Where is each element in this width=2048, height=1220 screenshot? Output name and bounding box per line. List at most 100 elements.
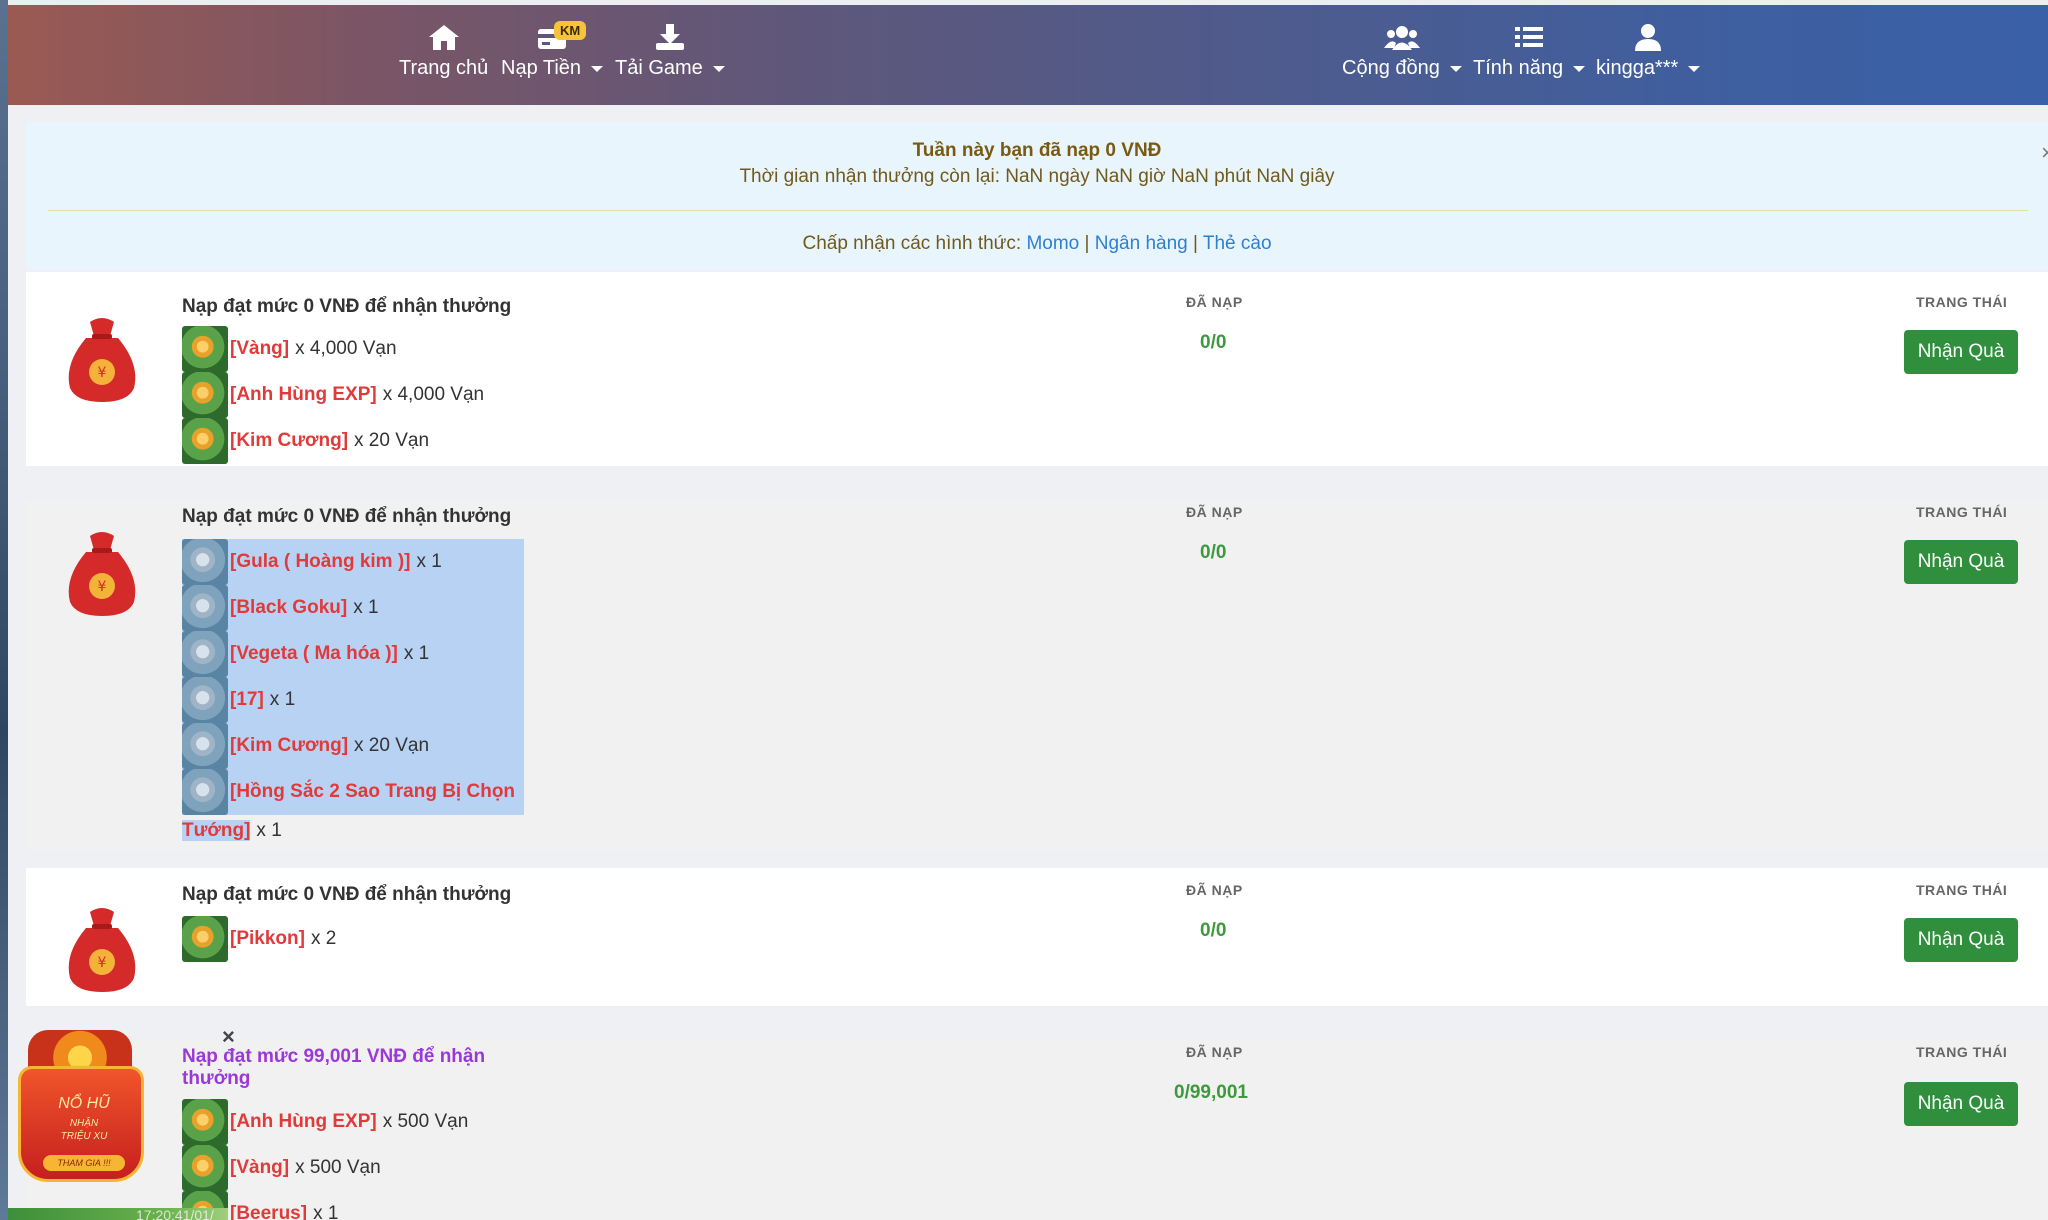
reward-item: [Black Goku] x 1 [182,585,524,631]
item-qty: x 1 [256,820,282,841]
nav-community[interactable]: Cộng đồng [1342,23,1462,80]
nav-features[interactable]: Tính năng [1473,23,1586,80]
item-image [182,631,228,677]
item-image [182,1099,228,1145]
red-bag-icon: ¥ [68,318,136,402]
promo-line1: NỔ HŨ [58,1095,110,1112]
item-image [182,418,228,464]
item-name: Tướng] [182,820,251,841]
nav-user[interactable]: kingga*** [1596,23,1701,80]
claim-reward-button[interactable]: Nhận Quà [1904,918,2018,962]
download-icon [655,24,684,50]
item-image [182,585,228,631]
nav-deposit[interactable]: KM Nạp Tiền [501,21,604,80]
reward-card: ¥ Nạp đạt mức 0 VNĐ để nhận thưởng [Vàng… [26,272,2048,466]
chevron-down-icon [712,65,725,72]
promo-join-button[interactable]: THAM GIA !!! [43,1155,125,1171]
item-name: [Pikkon] [230,928,305,949]
nav-community-label: Cộng đồng [1342,57,1440,79]
payment-momo-link[interactable]: Momo [1026,233,1079,254]
user-icon [1635,24,1662,51]
payment-sep: | [1084,233,1090,254]
nav-home-label: Trang chủ [399,57,489,79]
svg-text:¥: ¥ [98,365,107,381]
item-image [182,326,228,372]
reward-item: [Vàng] x 500 Vạn [182,1145,468,1191]
item-name: [Vàng] [230,338,290,359]
chevron-down-icon [1688,65,1701,72]
reward-title: Nạp đạt mức 0 VNĐ để nhận thưởng [182,506,512,527]
bottom-timestamp: 17:20:41/01/ [136,1207,214,1220]
reward-title: Nạp đạt mức 0 VNĐ để nhận thưởng [182,296,512,317]
item-qty: x 1 [403,643,430,664]
claim-reward-button[interactable]: Nhận Quà [1904,330,2018,374]
weekly-deposit-banner: Tuần này bạn đã nạp 0 VNĐ Thời gian nhận… [26,122,2048,270]
item-qty: x 2 [310,928,337,949]
banner-countdown: Thời gian nhận thưởng còn lại: NaN ngày … [739,166,1335,187]
nav-features-label: Tính năng [1473,57,1564,79]
item-qty: x 1 [269,689,296,710]
item-name: [Black Goku] [230,597,348,618]
item-qty: x 1 [353,597,379,618]
item-qty: x 20 Vạn [354,735,430,756]
deposited-value: 0/99,001 [1174,1082,1248,1103]
reward-card: ¥ Nạp đạt mức 0 VNĐ để nhận thưởng [Pikk… [26,868,2048,1006]
reward-item: [Kim Cương] x 20 Vạn [182,418,484,464]
item-image [182,916,228,962]
deposited-header: ĐÃ NẠP [1186,294,1243,310]
deposited-value: 0/0 [1200,920,1227,941]
item-name: [Kim Cương] [230,430,349,451]
reward-card: ¥ Nạp đạt mức 0 VNĐ để nhận thưởng [Gula… [26,500,2048,850]
deposited-header: ĐÃ NẠP [1186,1044,1243,1060]
nav-home[interactable]: Trang chủ [399,23,488,80]
item-name: [Gula ( Hoàng kim )] [230,551,411,572]
status-header: TRANG THÁI [1916,294,2008,310]
reward-item: [17] x 1 [182,677,524,723]
payment-bank-link[interactable]: Ngân hàng [1095,233,1188,254]
banner-title: Tuần này bạn đã nạp 0 VNĐ [912,140,1162,161]
promo-line2-text: NHẬN [69,1118,99,1129]
nav-download-label: Tải Game [615,57,703,79]
reward-items: [Gula ( Hoàng kim )] x 1 [Black Goku] x 1 … [182,539,524,815]
item-qty: x 4,000 Vạn [382,384,485,405]
km-badge: KM [554,21,587,40]
item-name: [Anh Hùng EXP] [230,384,377,405]
item-qty: x 500 Vạn [382,1111,469,1132]
payment-methods-label: Chấp nhận các hình thức: [802,233,1022,254]
chevron-down-icon [591,65,604,72]
promo-line2: NHẬN TRIỆU XU [21,1117,147,1143]
item-name: [Beerus] [230,1203,308,1220]
claim-reward-button[interactable]: Nhận Quà [1904,540,2018,584]
item-name: [Vegeta ( Ma hóa )] [230,643,398,664]
svg-text:¥: ¥ [98,579,107,595]
status-header: TRANG THÁI [1916,882,2008,898]
item-qty: x 1 [416,551,442,572]
promo-lucky-bag: NỔ HŨ NHẬN TRIỆU XU THAM GIA !!! [18,1066,144,1182]
chevron-down-icon [1449,65,1462,72]
item-image [182,372,228,418]
reward-item: [Anh Hùng EXP] x 500 Vạn [182,1099,468,1145]
promo-line3-text: TRIỆU XU [60,1131,108,1142]
item-image [182,723,228,769]
nav-download[interactable]: Tải Game [615,23,725,80]
item-image [182,769,228,815]
jackpot-promo-popup[interactable]: NỔ HŨ NHẬN TRIỆU XU THAM GIA !!! [14,1030,148,1190]
reward-items: [Pikkon] x 2 [182,916,336,962]
item-image [182,1145,228,1191]
reward-item: [Kim Cương] x 20 Vạn [182,723,524,769]
item-image [182,677,228,723]
item-qty: x 20 Vạn [354,430,430,451]
banner-close-button[interactable]: × [2041,140,2048,166]
payment-card-link[interactable]: Thẻ cào [1203,233,1272,254]
reward-item: [Gula ( Hoàng kim )] x 1 [182,539,524,585]
nav-user-label: kingga*** [1596,57,1679,79]
reward-items: [Anh Hùng EXP] x 500 Vạn [Vàng] x 500 Vạn … [182,1099,468,1220]
promo-close-button[interactable]: × [222,1024,235,1050]
chevron-down-icon [1573,65,1586,72]
list-icon [1515,27,1544,47]
claim-reward-button[interactable]: Nhận Quà [1904,1082,2018,1126]
deposited-header: ĐÃ NẠP [1186,882,1243,898]
reward-item: [Vàng] x 4,000 Vạn [182,326,484,372]
item-qty: x 4,000 Vạn [295,338,397,359]
item-name: [Vàng] [230,1157,290,1178]
